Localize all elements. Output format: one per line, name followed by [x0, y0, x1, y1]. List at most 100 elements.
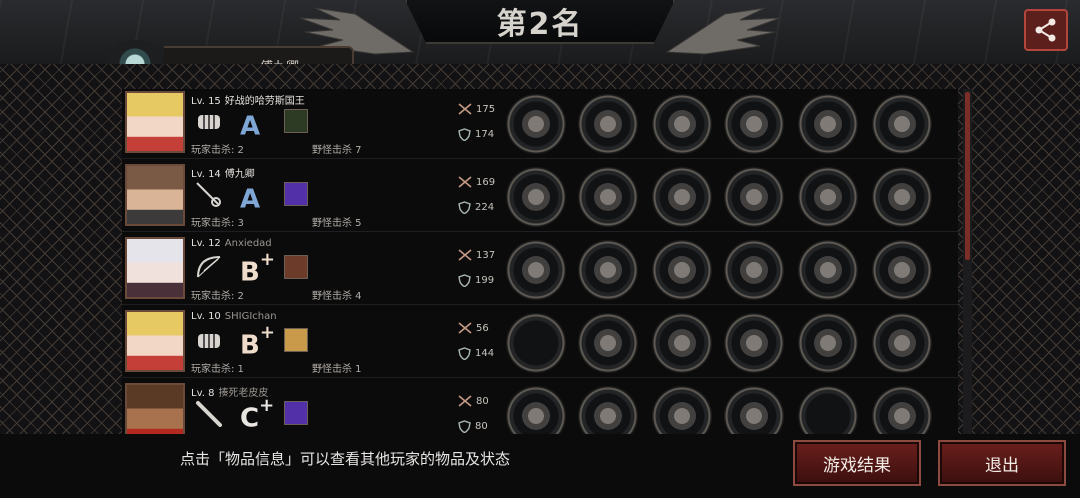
skill-icon[interactable]	[284, 401, 308, 425]
defense-value: 199	[475, 275, 495, 286]
player-avatar[interactable]	[125, 237, 185, 299]
item-slot-gauntlet[interactable]	[506, 94, 566, 154]
item-slot-scope[interactable]	[872, 313, 932, 373]
item-slot-bracer[interactable]	[872, 240, 932, 300]
defense-stat: 224	[458, 201, 494, 214]
item-slot-scroll[interactable]	[798, 167, 858, 227]
player-name-tab: 傅九卿	[164, 46, 354, 64]
crossed-swords-icon	[458, 249, 472, 261]
player-row[interactable]: Lv. 12 Anxiedad B+ 玩家击杀: 2 野怪击杀 4 137 199	[122, 235, 958, 305]
item-slot-laurel[interactable]	[578, 313, 638, 373]
share-icon	[1035, 18, 1056, 42]
player-rank-letter: A	[240, 184, 261, 215]
player-name: Anxiedad	[224, 238, 272, 249]
player-row[interactable]: Lv. 10 SHIGIchan B+ 玩家击杀: 1 野怪击杀 1 56 144	[122, 308, 958, 378]
crossed-swords-icon	[458, 176, 472, 188]
item-slot-gloves-white[interactable]	[724, 167, 784, 227]
attack-stat: 137	[458, 249, 495, 261]
item-slot-armor-dark[interactable]	[652, 167, 712, 227]
player-rank-modifier: +	[259, 395, 275, 416]
item-slot-helmet[interactable]	[578, 94, 638, 154]
player-avatar[interactable]	[125, 383, 185, 435]
player-level: Lv. 10	[191, 311, 221, 322]
monster-kill-count: 野怪击杀 1	[312, 364, 362, 375]
skill-icon[interactable]	[284, 255, 308, 279]
attack-value: 169	[476, 176, 496, 188]
shield-icon	[458, 201, 471, 214]
item-slot-bow-pink[interactable]	[506, 240, 566, 300]
item-slot-necklace[interactable]	[724, 386, 784, 435]
monster-kill-count: 野怪击杀 5	[312, 218, 362, 229]
player-kill-count: 玩家击杀: 3	[191, 218, 244, 229]
scrollbar-thumb[interactable]	[965, 92, 970, 260]
exit-button[interactable]: 退出	[938, 440, 1066, 486]
item-slot-helmet-dark[interactable]	[578, 167, 638, 227]
item-slot-helmet-gold[interactable]	[578, 240, 638, 300]
player-rank-modifier: +	[259, 249, 275, 270]
player-kill-count: 玩家击杀: 2	[191, 145, 244, 156]
game-result-button[interactable]: 游戏结果	[793, 440, 921, 486]
item-slot-boots[interactable]	[798, 94, 858, 154]
player-rank-letter: B	[240, 257, 260, 288]
fist-weapon-icon	[194, 107, 224, 135]
player-level-name: Lv. 15 好战的哈劳斯国王	[191, 92, 305, 107]
item-slot-flag[interactable]	[872, 386, 932, 435]
crossed-swords-icon	[458, 395, 472, 407]
item-slot-necklace[interactable]	[724, 240, 784, 300]
player-row[interactable]: Lv. 8 揍死老皮皮 C+ 80 80	[122, 381, 958, 435]
defense-stat: 174	[458, 128, 494, 141]
player-list[interactable]: Lv. 15 好战的哈劳斯国王 A 玩家击杀: 2 野怪击杀 7 175 174 Lv. 14…	[122, 89, 958, 435]
attack-value: 137	[476, 249, 496, 261]
player-avatar[interactable]	[125, 91, 185, 153]
player-level: Lv. 8	[191, 388, 215, 399]
item-slot-armor-red[interactable]	[652, 240, 712, 300]
item-slot-empty[interactable]	[506, 313, 566, 373]
share-button[interactable]	[1024, 9, 1068, 51]
player-rank: C+	[240, 395, 275, 434]
player-rank-letter: B	[240, 330, 260, 361]
player-row[interactable]: Lv. 14 傅九卿 A 玩家击杀: 3 野怪击杀 5 169 224	[122, 162, 958, 232]
attack-stat: 80	[458, 395, 489, 407]
defense-value: 224	[475, 202, 495, 213]
page-title: 第2名	[405, 0, 675, 44]
item-slot-scope[interactable]	[872, 94, 932, 154]
player-name: 好战的哈劳斯国王	[224, 96, 305, 107]
player-level-name: Lv. 10 SHIGIchan	[191, 311, 277, 322]
player-rank: B+	[240, 249, 275, 288]
item-slot-shield[interactable]	[724, 94, 784, 154]
player-rank-letter: C	[240, 403, 260, 434]
skill-icon[interactable]	[284, 182, 308, 206]
player-row[interactable]: Lv. 15 好战的哈劳斯国王 A 玩家击杀: 2 野怪击杀 7 175 174	[122, 89, 958, 159]
item-slot-fire-wand[interactable]	[506, 386, 566, 435]
attack-value: 80	[476, 395, 489, 407]
attack-stat: 169	[458, 176, 495, 188]
item-slot-crown[interactable]	[578, 386, 638, 435]
item-slot-spear[interactable]	[506, 167, 566, 227]
item-slot-galaxy[interactable]	[872, 167, 932, 227]
player-level: Lv. 15	[191, 96, 221, 107]
attack-value: 56	[476, 322, 489, 334]
player-avatar[interactable]	[125, 310, 185, 372]
skill-icon[interactable]	[284, 109, 308, 133]
item-slot-empty[interactable]	[798, 386, 858, 435]
attack-value: 175	[476, 103, 496, 115]
player-rank-letter: A	[240, 111, 261, 142]
skill-icon[interactable]	[284, 328, 308, 352]
shield-icon	[458, 274, 471, 287]
player-avatar[interactable]	[125, 164, 185, 226]
shield-icon	[458, 347, 471, 360]
item-slot-sneakers[interactable]	[798, 313, 858, 373]
bat-weapon-icon	[194, 399, 224, 427]
hint-text: 点击「物品信息」可以查看其他玩家的物品及状态	[180, 450, 511, 468]
item-slot-chainmail[interactable]	[652, 94, 712, 154]
item-slot-boots-purple[interactable]	[798, 240, 858, 300]
defense-value: 144	[475, 348, 495, 359]
fist-weapon-icon	[194, 326, 224, 354]
attack-stat: 56	[458, 322, 489, 334]
player-level: Lv. 12	[191, 238, 221, 249]
item-slot-jacket[interactable]	[652, 313, 712, 373]
shield-icon	[458, 420, 471, 433]
player-rank: A	[240, 179, 260, 214]
item-slot-spiked[interactable]	[724, 313, 784, 373]
item-slot-cloth[interactable]	[652, 386, 712, 435]
